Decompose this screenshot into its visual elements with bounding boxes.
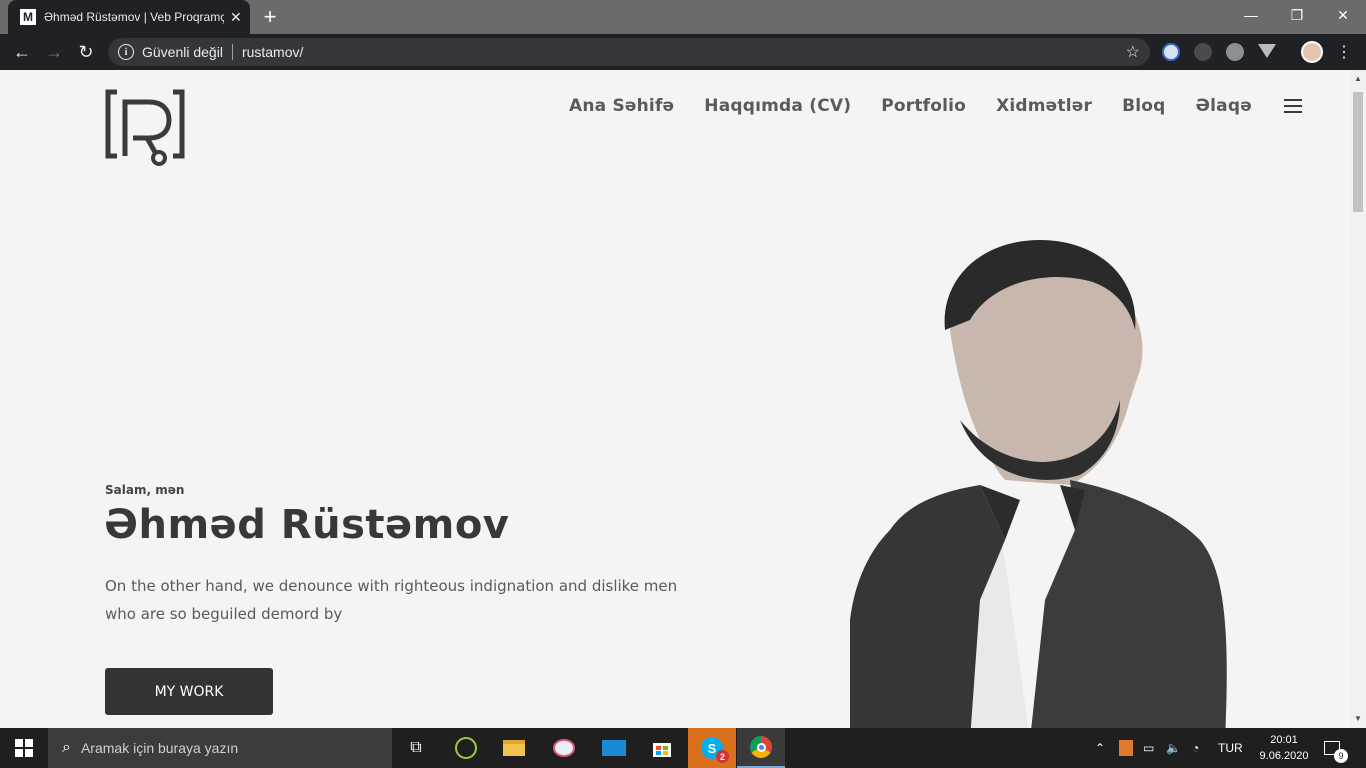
store-logo-icon: [653, 743, 671, 757]
nav-home[interactable]: Ana Səhifə: [569, 96, 674, 116]
scroll-up-arrow-icon[interactable]: ▲: [1353, 74, 1363, 84]
close-tab-icon[interactable]: ✕: [230, 9, 242, 26]
tray-app-icon[interactable]: [1119, 728, 1133, 768]
clock-time: 20:01: [1270, 734, 1298, 746]
forward-button[interactable]: →: [42, 40, 66, 64]
windows-logo-icon: [15, 739, 33, 757]
volume-icon[interactable]: 🔈: [1166, 728, 1181, 768]
tab-favicon-icon: M: [20, 9, 36, 25]
nav-blog[interactable]: Bloq: [1122, 96, 1165, 116]
paint-app-icon[interactable]: [540, 728, 588, 768]
hero-greeting: Salam, mən: [105, 483, 185, 497]
search-icon: ⌕: [62, 739, 71, 756]
browser-titlebar: M Əhməd Rüstəmov | Veb Proqramçı ✕ + — ❐…: [0, 0, 1366, 34]
page-scrollbar[interactable]: ▲ ▼: [1350, 70, 1366, 728]
notification-count-badge: 9: [1334, 749, 1348, 763]
nav-portfolio[interactable]: Portfolio: [881, 96, 966, 116]
task-view-icon[interactable]: ⧉: [392, 728, 440, 768]
windows-taskbar: ⌕ Aramak için buraya yazın ⧉ S 2 ⌃ ▭ 🔈 ◔…: [0, 728, 1366, 768]
security-label[interactable]: Güvenli değil: [142, 44, 223, 60]
hero-name: Əhməd Rüstəmov: [104, 502, 510, 548]
back-button[interactable]: ←: [10, 40, 34, 64]
taskbar-search-box[interactable]: ⌕ Aramak için buraya yazın: [48, 728, 392, 768]
my-work-button[interactable]: MY WORK: [105, 668, 273, 715]
hero-description: On the other hand, we denounce with righ…: [105, 577, 678, 623]
minimize-button[interactable]: —: [1228, 0, 1274, 30]
eye-extension-icon[interactable]: [1226, 43, 1244, 61]
skype-icon[interactable]: S 2: [688, 728, 736, 768]
store-icon[interactable]: [638, 728, 686, 768]
browser-tab[interactable]: M Əhməd Rüstəmov | Veb Proqramçı ✕: [8, 0, 250, 34]
tray-chevron-icon[interactable]: ⌃: [1095, 728, 1105, 768]
bookmark-star-icon[interactable]: ☆: [1126, 42, 1140, 62]
pen-app-icon[interactable]: [442, 728, 490, 768]
site-logo[interactable]: [105, 88, 185, 168]
reload-button[interactable]: ↻: [74, 40, 98, 64]
hamburger-menu-icon[interactable]: [1283, 99, 1302, 113]
new-tab-button[interactable]: +: [260, 4, 280, 29]
main-nav: Ana Səhifə Haqqımda (CV) Portfolio Xidmə…: [569, 96, 1302, 116]
taskbar-clock[interactable]: 20:01 9.06.2020: [1252, 732, 1316, 764]
restore-button[interactable]: ❐: [1274, 0, 1320, 30]
address-bar[interactable]: i Güvenli değil rustamov/ ☆: [108, 38, 1150, 66]
scroll-down-arrow-icon[interactable]: ▼: [1353, 714, 1363, 724]
chrome-taskbar-icon[interactable]: [737, 728, 785, 768]
language-indicator[interactable]: TUR: [1218, 728, 1243, 768]
notification-center-icon[interactable]: 9: [1324, 728, 1348, 768]
omnibox-divider: [231, 44, 233, 60]
nav-services[interactable]: Xidmətlər: [996, 96, 1092, 116]
url-text[interactable]: rustamov/: [242, 44, 303, 60]
clock-date: 9.06.2020: [1259, 750, 1309, 762]
profile-avatar[interactable]: [1301, 41, 1323, 63]
close-window-button[interactable]: ✕: [1320, 0, 1366, 30]
nav-about-cv[interactable]: Haqqımda (CV): [704, 96, 851, 116]
scroll-thumb[interactable]: [1353, 92, 1363, 212]
mail-icon[interactable]: [590, 728, 638, 768]
vue-extension-icon[interactable]: [1258, 44, 1276, 58]
skype-badge: 2: [716, 750, 729, 763]
nav-contact[interactable]: Əlaqə: [1196, 96, 1252, 116]
portrait-photo: [850, 240, 1227, 728]
download-extension-icon[interactable]: [1162, 43, 1180, 61]
wifi-icon[interactable]: ◔: [1192, 728, 1199, 768]
menu-dots-icon[interactable]: ⋮: [1332, 40, 1356, 64]
recycle-extension-icon[interactable]: [1194, 43, 1212, 61]
tab-title: Əhməd Rüstəmov | Veb Proqramçı: [44, 10, 224, 24]
windows-start-button[interactable]: [0, 728, 48, 768]
file-explorer-icon[interactable]: [490, 728, 538, 768]
browser-toolbar: ← → ↻ i Güvenli değil rustamov/ ☆ ⋮: [0, 34, 1366, 70]
info-icon[interactable]: i: [118, 44, 134, 60]
web-page: Ana Səhifə Haqqımda (CV) Portfolio Xidmə…: [0, 70, 1350, 728]
taskbar-search-placeholder: Aramak için buraya yazın: [80, 740, 239, 756]
battery-icon[interactable]: ▭: [1143, 728, 1154, 768]
